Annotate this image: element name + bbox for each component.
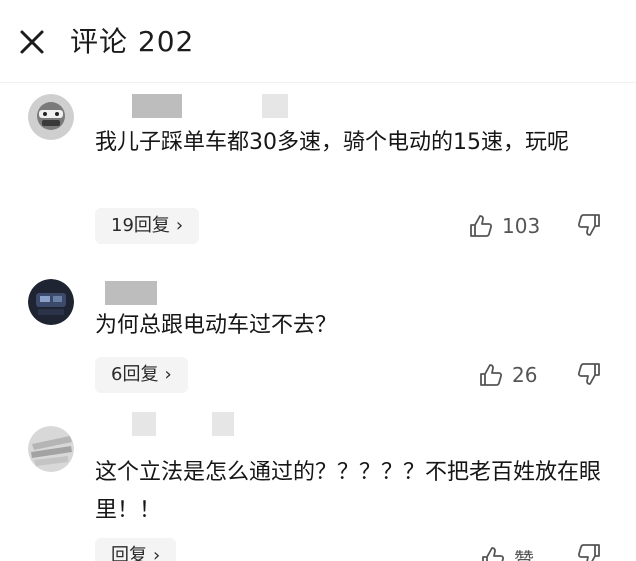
comment-item: 这个立法是怎么通过的？？？？？不把老百姓放在眼里！！ 回复 › 赞 — [0, 410, 636, 561]
close-button[interactable] — [14, 24, 50, 60]
like-count: 103 — [502, 214, 541, 238]
dislike-button[interactable] — [576, 361, 604, 391]
thumbs-down-icon — [577, 214, 600, 236]
header-divider — [0, 82, 636, 83]
like-count: 26 — [512, 363, 538, 387]
page-title: 评论 202 — [70, 25, 195, 58]
chevron-right-icon: › — [175, 215, 184, 236]
like-button[interactable]: 103 — [468, 208, 540, 244]
username-redacted-extra — [262, 94, 288, 118]
reply-count-button[interactable]: 19回复 › — [95, 208, 200, 244]
username-redacted — [132, 412, 156, 436]
thumbs-up-icon — [480, 364, 503, 386]
comment-text: 为何总跟电动车过不去？ — [95, 313, 338, 338]
reply-count-label: 19回复 — [111, 215, 170, 236]
thumbs-up-icon — [470, 215, 493, 237]
like-button[interactable]: 赞 — [480, 540, 534, 561]
dislike-button[interactable] — [576, 212, 604, 242]
comments-header: 评论 202 — [0, 0, 636, 82]
username-redacted — [105, 281, 157, 305]
comment-text: 我儿子踩单车都30多速，骑个电动的15速，玩呢 — [95, 130, 569, 155]
avatar-image — [28, 426, 74, 472]
comment-item: 为何总跟电动车过不去？ 6回复 › 26 — [0, 275, 636, 400]
chevron-right-icon: › — [153, 545, 161, 561]
avatar-image — [28, 279, 74, 325]
reply-count-label: 6回复 — [111, 364, 159, 385]
dislike-button[interactable] — [576, 542, 604, 561]
like-button[interactable]: 26 — [478, 357, 537, 393]
thumbs-up-icon — [482, 547, 505, 561]
thumbs-down-icon — [577, 363, 600, 385]
reply-count-button[interactable]: 回复 › — [95, 538, 177, 561]
comment-text: 这个立法是怎么通过的？？？？？不把老百姓放在眼里！！ — [95, 460, 602, 523]
username-redacted-extra — [212, 412, 234, 436]
thumbs-down-icon — [577, 544, 600, 561]
username-redacted — [132, 94, 182, 118]
avatar[interactable] — [28, 94, 74, 140]
comment-item: 我儿子踩单车都30多速，骑个电动的15速，玩呢 19回复 › 103 — [0, 88, 636, 258]
avatar[interactable] — [28, 426, 74, 472]
avatar-image — [28, 94, 74, 140]
reply-count-label: 回复 — [111, 545, 147, 561]
close-icon[interactable] — [14, 24, 50, 60]
like-count: 赞 — [514, 547, 534, 561]
avatar[interactable] — [28, 279, 74, 325]
reply-count-button[interactable]: 6回复 › — [95, 357, 188, 393]
chevron-right-icon: › — [164, 364, 172, 385]
